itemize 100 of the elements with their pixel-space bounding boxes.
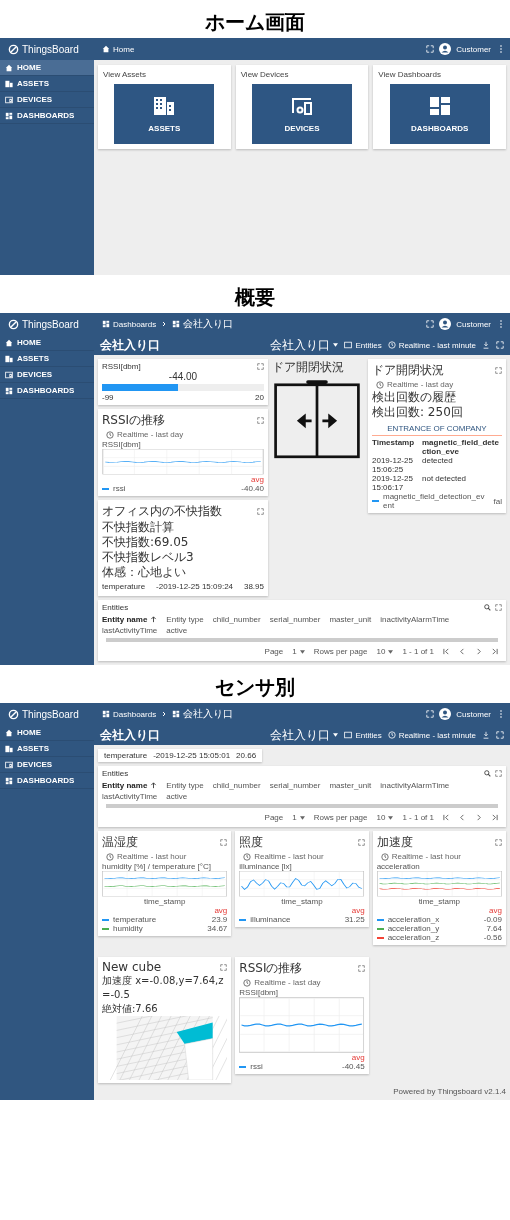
- breadcrumb-link[interactable]: Dashboards: [102, 709, 157, 719]
- building-icon: [5, 354, 13, 363]
- entities-button[interactable]: Entities: [344, 730, 382, 740]
- section-heading: ホーム画面: [204, 12, 306, 32]
- sidebar-item[interactable]: DASHBOARDS: [0, 108, 94, 124]
- timewindow-button[interactable]: Realtime - last minute: [387, 730, 476, 740]
- rows-per-page-select[interactable]: 10: [376, 813, 394, 822]
- account-icon[interactable]: [439, 43, 452, 55]
- state-selector[interactable]: 会社入り口: [270, 336, 339, 354]
- fullscreen-icon[interactable]: [257, 508, 264, 515]
- page-select[interactable]: 1: [292, 813, 305, 822]
- caret-icon: [333, 733, 339, 737]
- section-heading: 概要: [233, 287, 276, 307]
- widget-text: 検出回数: 250回: [372, 405, 464, 420]
- page-select[interactable]: 1: [292, 647, 305, 656]
- timewindow-label: Realtime - last day: [254, 978, 321, 987]
- dashboard-grid-icon: [102, 320, 110, 328]
- fullscreen-icon[interactable]: [495, 770, 502, 777]
- legend-header: avg: [250, 475, 264, 484]
- column-header[interactable]: master_unit: [329, 781, 372, 790]
- breadcrumb-link[interactable]: Home: [102, 44, 135, 54]
- column-header[interactable]: Entity type: [166, 781, 204, 790]
- table-cell-text: 2019-12-25 15:06:17: [372, 474, 414, 492]
- sidebar-item[interactable]: HOME: [0, 60, 94, 76]
- widget-title: 温湿度: [102, 834, 139, 851]
- column-header[interactable]: lastActivityTime: [102, 626, 158, 635]
- navigation-button[interactable]: DEVICES: [252, 84, 352, 144]
- fullscreen-icon[interactable]: [220, 963, 228, 971]
- column-header[interactable]: child_number: [212, 615, 261, 624]
- fullscreen-icon[interactable]: [257, 363, 264, 370]
- fullscreen-icon[interactable]: [220, 839, 228, 846]
- fullscreen-icon[interactable]: [495, 367, 502, 374]
- timewindow-button[interactable]: Realtime - last minute: [387, 340, 476, 350]
- sidebar-item[interactable]: DEVICES: [0, 757, 94, 773]
- column-header[interactable]: active: [166, 792, 188, 801]
- sidebar-item[interactable]: DASHBOARDS: [0, 773, 94, 789]
- account-icon[interactable]: [439, 318, 452, 330]
- entities-button[interactable]: Entities: [344, 340, 382, 350]
- sidebar-item[interactable]: DEVICES: [0, 367, 94, 383]
- column-header[interactable]: active: [166, 626, 188, 635]
- column-header[interactable]: child_number: [212, 781, 261, 790]
- next-page-icon[interactable]: [475, 648, 482, 655]
- sidebar-item[interactable]: DASHBOARDS: [0, 383, 94, 399]
- fullscreen-icon[interactable]: [495, 604, 502, 611]
- pager-label: Rows per page: [313, 647, 368, 656]
- last-page-icon[interactable]: [491, 814, 498, 821]
- sort-arrow-icon[interactable]: [150, 616, 158, 623]
- download-icon[interactable]: [482, 341, 490, 349]
- scrollbar[interactable]: [106, 804, 498, 808]
- card-title: View Devices: [240, 70, 289, 79]
- first-page-icon[interactable]: [443, 648, 450, 655]
- sidebar-item[interactable]: ASSETS: [0, 351, 94, 367]
- previous-page-icon[interactable]: [459, 648, 466, 655]
- column-header[interactable]: serial_number: [269, 781, 321, 790]
- sidebar-item[interactable]: ASSETS: [0, 76, 94, 92]
- column-header[interactable]: inactivityAlarmTime: [380, 615, 450, 624]
- devices-icon: [5, 760, 13, 769]
- table-cell: -2019-12-25 15:09:24: [156, 582, 234, 591]
- column-header[interactable]: serial_number: [269, 615, 321, 624]
- column-header[interactable]: inactivityAlarmTime: [380, 781, 450, 790]
- sort-arrow-icon[interactable]: [150, 782, 158, 789]
- column-header[interactable]: Entity name: [102, 615, 148, 624]
- column-header[interactable]: lastActivityTime: [102, 792, 158, 801]
- legend-value: -0.56: [483, 933, 502, 942]
- download-icon[interactable]: [482, 731, 490, 739]
- navigation-button[interactable]: ASSETS: [114, 84, 215, 144]
- last-page-icon[interactable]: [491, 648, 498, 655]
- state-selector[interactable]: 会社入り口: [270, 726, 339, 744]
- widget-title: ドア開閉状況: [372, 362, 445, 379]
- first-page-icon[interactable]: [443, 814, 450, 821]
- search-icon[interactable]: [484, 604, 491, 611]
- account-icon[interactable]: [439, 708, 452, 720]
- scrollbar[interactable]: [106, 638, 498, 642]
- breadcrumb-link[interactable]: 会社入り口: [172, 317, 234, 331]
- sidebar-item[interactable]: ASSETS: [0, 741, 94, 757]
- timewindow-label: Realtime - last hour: [254, 852, 324, 861]
- logo-icon: [8, 43, 19, 55]
- breadcrumb-link[interactable]: 会社入り口: [172, 707, 234, 721]
- legend-value: 31.25: [344, 915, 365, 924]
- table-cell: temperature: [104, 751, 148, 760]
- user-name: Customer: [456, 44, 491, 54]
- navigation-button[interactable]: DASHBOARDS: [389, 84, 490, 144]
- rows-per-page-select[interactable]: 10: [376, 647, 394, 656]
- table-tab[interactable]: ENTRANCE OF COMPANY: [372, 422, 502, 436]
- fullscreen-icon[interactable]: [257, 417, 264, 424]
- column-header[interactable]: master_unit: [329, 615, 372, 624]
- previous-page-icon[interactable]: [459, 814, 466, 821]
- card-title: View Dashboards: [378, 70, 441, 79]
- fullscreen-icon[interactable]: [495, 839, 502, 846]
- next-page-icon[interactable]: [475, 814, 482, 821]
- user-name: Customer: [456, 319, 491, 329]
- fullscreen-icon[interactable]: [357, 965, 365, 972]
- pager-range: 1 - 1 of 1: [402, 813, 434, 822]
- column-header[interactable]: Entity type: [166, 615, 204, 624]
- column-header[interactable]: Entity name: [102, 781, 148, 790]
- breadcrumb-link[interactable]: Dashboards: [102, 319, 157, 329]
- search-icon[interactable]: [484, 770, 491, 777]
- fullscreen-icon[interactable]: [357, 839, 365, 846]
- sidebar-item[interactable]: DEVICES: [0, 92, 94, 108]
- legend-header: avg: [488, 906, 502, 915]
